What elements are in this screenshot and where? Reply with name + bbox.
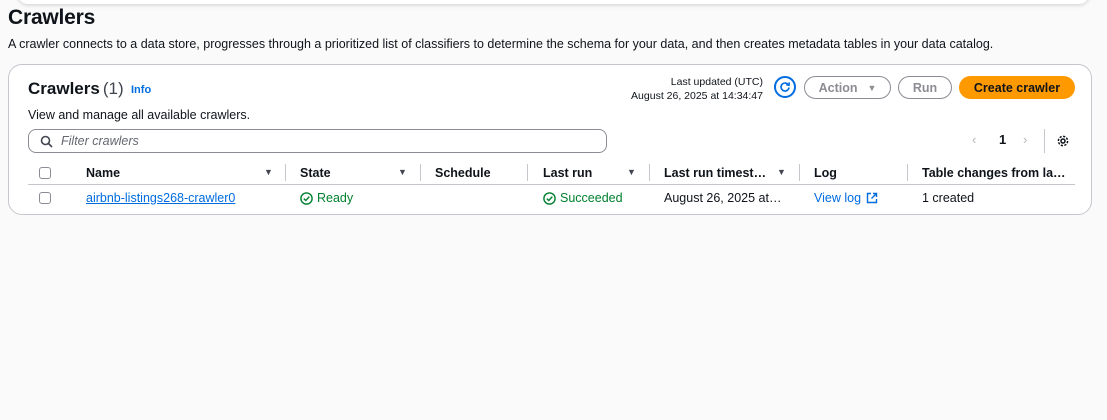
select-all-checkbox-cell [39, 161, 51, 184]
info-link[interactable]: Info [131, 84, 151, 96]
select-all-checkbox[interactable] [39, 166, 51, 179]
sort-icon[interactable]: ▼ [264, 167, 273, 177]
run-button[interactable]: Run [898, 76, 952, 99]
external-link-icon [866, 192, 878, 204]
page-title: Crawlers [8, 6, 96, 29]
caret-down-icon: ▼ [867, 82, 877, 93]
sort-icon[interactable]: ▼ [777, 167, 786, 177]
column-header-table-changes[interactable]: Table changes from la… [922, 161, 1066, 184]
panel-description: View and manage all available crawlers. [28, 108, 251, 122]
pagination-divider [1044, 129, 1045, 153]
create-crawler-button[interactable]: Create crawler [959, 76, 1075, 99]
column-header-log[interactable]: Log [814, 161, 837, 184]
column-header-last-run[interactable]: Last run [543, 161, 592, 184]
table-header: Name ▼ State ▼ Schedule Last run ▼ Last … [28, 161, 1075, 185]
last-run-timestamp-cell: August 26, 2025 at… [664, 191, 782, 205]
page-description: A crawler connects to a data store, prog… [8, 37, 994, 51]
search-icon [40, 135, 53, 148]
state-text: Ready [317, 191, 354, 205]
column-divider [527, 164, 528, 181]
row-checkbox-cell [39, 185, 51, 211]
column-divider [285, 164, 286, 181]
check-circle-icon [543, 191, 556, 205]
last-updated-label: Last updated (UTC) [670, 76, 763, 88]
refresh-button[interactable] [774, 76, 796, 98]
view-log-link[interactable]: View log [814, 185, 878, 211]
page-number[interactable]: 1 [999, 132, 1006, 147]
last-updated: Last updated (UTC) August 26, 2025 at 14… [631, 75, 763, 103]
crawler-name-link[interactable]: airbnb-listings268-crawler0 [86, 185, 235, 211]
column-header-state[interactable]: State [300, 161, 331, 184]
last-updated-value: August 26, 2025 at 14:34:47 [631, 90, 763, 102]
crawlers-panel: Crawlers (1) Info View and manage all ava… [8, 64, 1092, 215]
view-log-label: View log [814, 191, 862, 205]
column-header-schedule[interactable]: Schedule [435, 161, 491, 184]
refresh-icon [780, 82, 790, 92]
next-page-icon[interactable]: › [1023, 132, 1027, 147]
table-row: airbnb-listings268-crawler0 Ready Succee… [28, 185, 1075, 211]
action-button-label: Action [818, 80, 858, 95]
column-divider [799, 164, 800, 181]
action-button[interactable]: Action ▼ [804, 76, 891, 99]
filter-crawlers-input[interactable] [59, 133, 583, 149]
filter-field [28, 129, 607, 153]
column-header-name[interactable]: Name [86, 161, 120, 184]
previous-page-icon[interactable]: ‹ [972, 132, 976, 147]
table-changes-cell: 1 created [922, 191, 975, 205]
sort-icon[interactable]: ▼ [398, 167, 407, 177]
state-cell: Ready [300, 185, 353, 211]
column-divider [420, 164, 421, 181]
column-header-last-run-timestamp[interactable]: Last run timest… [664, 161, 766, 184]
column-divider [649, 164, 650, 181]
panel-title-text: Crawlers [28, 79, 100, 98]
last-run-cell: Succeeded [543, 185, 623, 211]
top-bar [18, 0, 1089, 4]
last-run-text: Succeeded [560, 191, 623, 205]
column-divider [907, 164, 908, 181]
row-select-checkbox[interactable] [39, 192, 51, 204]
settings-gear-icon[interactable] [1056, 134, 1070, 148]
panel-title: Crawlers (1) [28, 79, 124, 99]
crawler-count: (1) [102, 79, 124, 98]
sort-icon[interactable]: ▼ [627, 167, 636, 177]
check-circle-icon [300, 191, 313, 205]
